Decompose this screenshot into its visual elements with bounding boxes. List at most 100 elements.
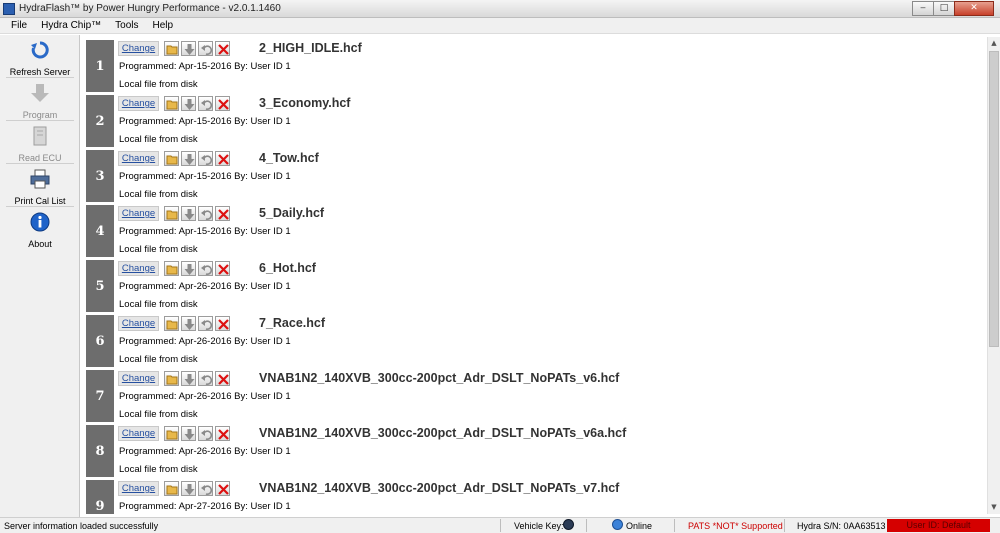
scroll-thumb[interactable] [989,51,999,347]
folder-open-icon [166,485,178,495]
download-button[interactable] [181,371,196,386]
download-button[interactable] [181,316,196,331]
refresh-server-button[interactable]: Refresh Server [6,37,74,77]
download-button[interactable] [181,261,196,276]
programmed-info: Programmed: Apr-15-2016 By: User ID 1 [119,116,291,127]
open-file-button[interactable] [164,96,179,111]
scroll-up-button[interactable]: ▲ [988,37,1000,50]
open-file-button[interactable] [164,261,179,276]
file-source: Local file from disk [119,354,198,365]
delete-button[interactable] [215,261,230,276]
change-link[interactable]: Change [118,206,159,221]
delete-button[interactable] [215,151,230,166]
undo-button[interactable] [198,151,213,166]
download-button[interactable] [181,206,196,221]
vertical-scrollbar[interactable]: ▲ ▼ [987,37,1000,514]
download-arrow-icon [184,429,195,440]
undo-button[interactable] [198,481,213,496]
about-button[interactable]: About [6,209,74,249]
undo-button[interactable] [198,316,213,331]
download-arrow-icon [184,319,195,330]
program-label: Program [22,110,58,120]
refresh-arrow-icon [31,41,49,59]
folder-open-icon [166,155,178,165]
undo-icon [201,45,213,56]
delete-button[interactable] [215,426,230,441]
scroll-down-button[interactable]: ▼ [988,501,1000,514]
undo-button[interactable] [198,206,213,221]
download-button[interactable] [181,426,196,441]
change-link[interactable]: Change [118,426,159,441]
menu-file[interactable]: File [4,20,34,31]
print-cal-list-label: Print Cal List [14,196,66,206]
menu-help[interactable]: Help [146,20,181,31]
undo-icon [201,320,213,331]
app-icon [3,3,15,15]
slot-row: 8 Change VNAB1N2_140XVB_300cc-200pct_Adr… [84,422,987,477]
slot-number: 5 [86,260,114,312]
vehicle-key-label: Vehicle Key: [514,521,564,531]
open-file-button[interactable] [164,41,179,56]
menu-tools[interactable]: Tools [108,20,145,31]
slot-number: 4 [86,205,114,257]
calibration-filename: 6_Hot.hcf [259,261,316,275]
download-button[interactable] [181,41,196,56]
download-arrow-icon [184,374,195,385]
delete-button[interactable] [215,481,230,496]
download-arrow-icon [184,44,195,55]
change-link[interactable]: Change [118,41,159,56]
change-link[interactable]: Change [118,96,159,111]
download-button[interactable] [181,96,196,111]
maximize-button[interactable]: □ [933,1,955,16]
menu-hydra-chip[interactable]: Hydra Chip™ [34,20,108,31]
download-button[interactable] [181,481,196,496]
undo-button[interactable] [198,371,213,386]
open-file-button[interactable] [164,426,179,441]
delete-button[interactable] [215,96,230,111]
calibration-filename: VNAB1N2_140XVB_300cc-200pct_Adr_DSLT_NoP… [259,481,620,495]
folder-open-icon [166,210,178,220]
program-button[interactable]: Program [6,80,74,120]
calibration-filename: 7_Race.hcf [259,316,326,330]
undo-button[interactable] [198,261,213,276]
slot-number: 8 [86,425,114,477]
open-file-button[interactable] [164,481,179,496]
change-link[interactable]: Change [118,371,159,386]
slot-row: 5 Change 6_Hot.hcf Programmed: Apr-26-20… [84,257,987,312]
change-link[interactable]: Change [118,316,159,331]
sidebar-toolbar: Refresh Server Program Read ECU Print Ca… [0,35,80,517]
programmed-info: Programmed: Apr-26-2016 By: User ID 1 [119,281,291,292]
folder-open-icon [166,375,178,385]
slot-number: 2 [86,95,114,147]
close-button[interactable]: ✕ [954,1,994,16]
undo-icon [201,375,213,386]
folder-open-icon [166,320,178,330]
change-link[interactable]: Change [118,481,159,496]
hydra-serial-number: Hydra S/N: 0AA63513 [797,521,886,531]
folder-open-icon [166,430,178,440]
delete-button[interactable] [215,41,230,56]
read-ecu-button[interactable]: Read ECU [6,123,74,163]
undo-button[interactable] [198,426,213,441]
change-link[interactable]: Change [118,261,159,276]
undo-button[interactable] [198,41,213,56]
toolbar-divider [6,77,74,78]
file-source: Local file from disk [119,189,198,200]
delete-button[interactable] [215,316,230,331]
open-file-button[interactable] [164,151,179,166]
open-file-button[interactable] [164,206,179,221]
slot-row: 3 Change 4_Tow.hcf Programmed: Apr-15-20… [84,147,987,202]
print-cal-list-button[interactable]: Print Cal List [6,166,74,206]
file-source: Local file from disk [119,299,198,310]
calibration-filename: VNAB1N2_140XVB_300cc-200pct_Adr_DSLT_NoP… [259,426,627,440]
minimize-button[interactable]: ‒ [912,1,934,16]
open-file-button[interactable] [164,371,179,386]
open-file-button[interactable] [164,316,179,331]
calibration-filename: 4_Tow.hcf [259,151,319,165]
change-link[interactable]: Change [118,151,159,166]
calibration-slot-list: 1 Change 2_HIGH_IDLE.hcf Programmed: Apr… [84,37,987,514]
download-button[interactable] [181,151,196,166]
delete-button[interactable] [215,206,230,221]
undo-button[interactable] [198,96,213,111]
delete-button[interactable] [215,371,230,386]
